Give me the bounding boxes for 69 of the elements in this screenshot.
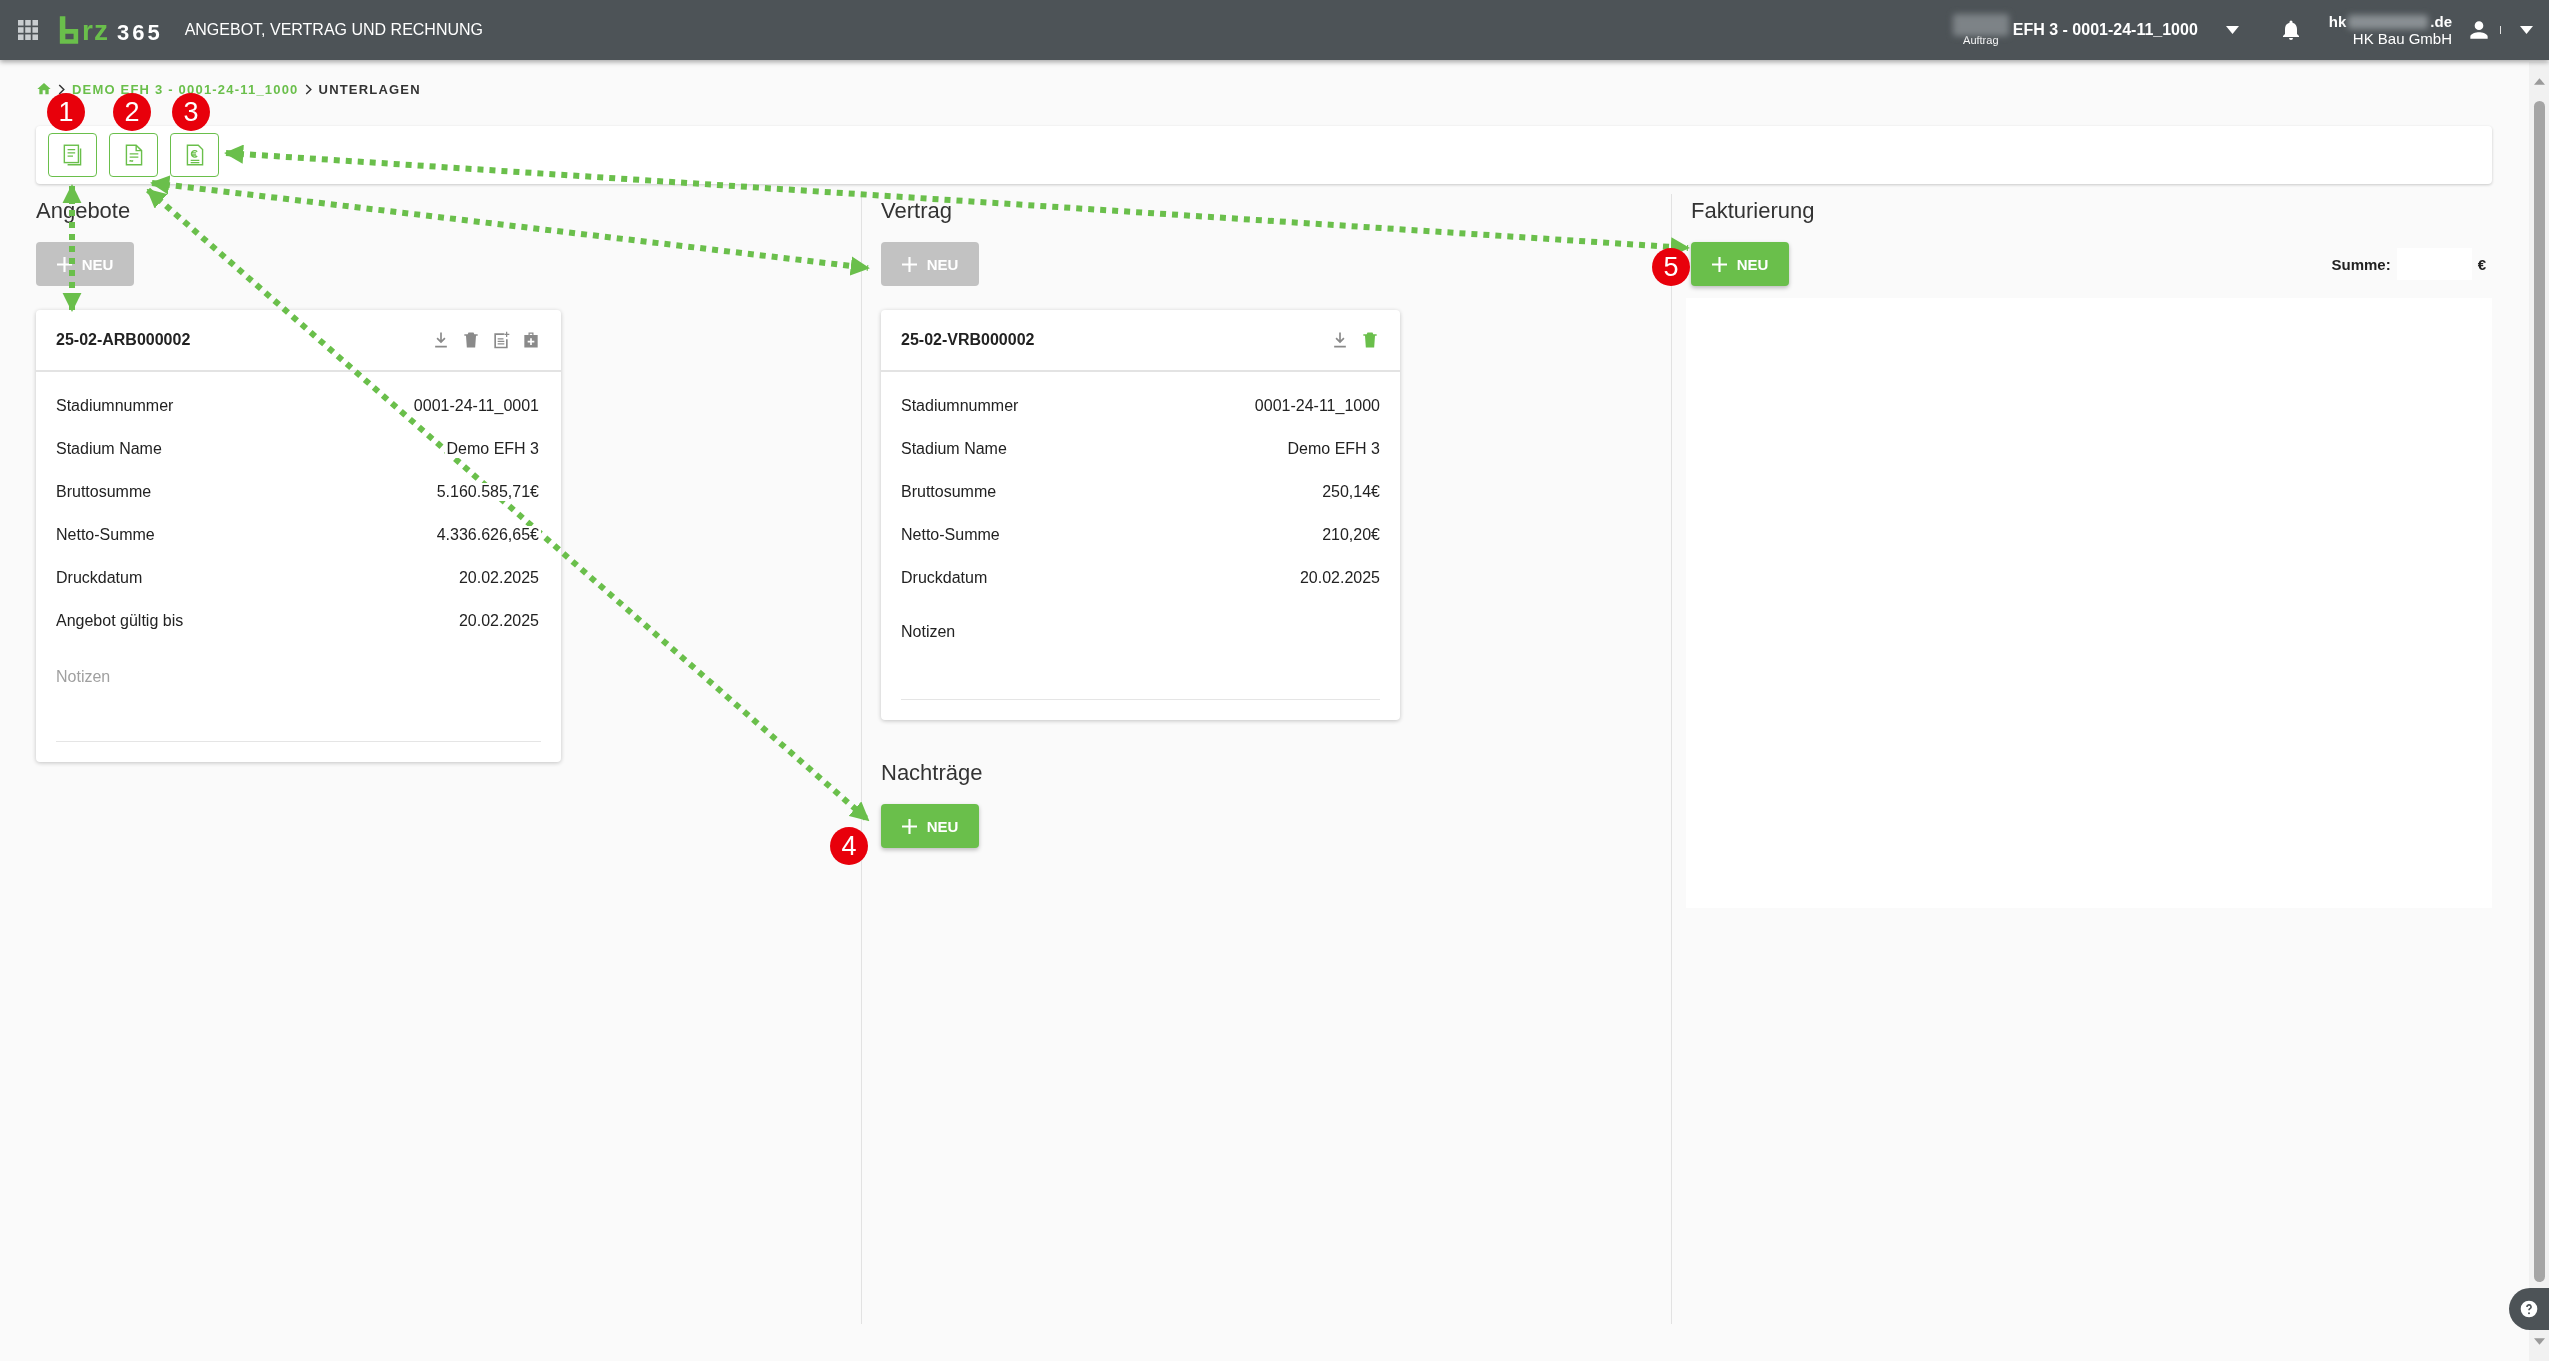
help-button[interactable]: [2509, 1288, 2549, 1330]
field-label: Druckdatum: [901, 568, 988, 587]
blurred-text: [1952, 14, 2009, 36]
field-value: 20.02.2025: [1299, 568, 1380, 587]
logo-number: 365: [116, 22, 163, 44]
order-name[interactable]: EFH 3 - 0001-24-11_1000: [2012, 21, 2198, 39]
caret-icon[interactable]: [2225, 26, 2239, 34]
plus-icon: [901, 818, 917, 834]
scroll-up-icon[interactable]: [2533, 78, 2545, 85]
home-icon[interactable]: [36, 81, 52, 97]
help-icon: [2519, 1299, 2539, 1319]
breadcrumb-current: UNTERLAGEN: [318, 81, 421, 97]
section-title: Angebote: [36, 197, 132, 225]
field-value: Demo EFH 3: [444, 439, 541, 458]
step-number-marker: 2: [113, 93, 151, 131]
caret-icon[interactable]: [2500, 26, 2533, 34]
email-start: hk: [2328, 13, 2347, 30]
section-title: Vertrag: [881, 197, 953, 225]
step-number-marker: 5: [1652, 248, 1690, 286]
step-number-marker: 4: [830, 827, 868, 865]
sum-label: Summe:: [2331, 255, 2391, 273]
field-value: 210,20€: [1322, 525, 1380, 544]
notes-field[interactable]: Notizen: [56, 658, 541, 742]
logo-bracket-icon: [58, 16, 80, 44]
currency-sign: €: [2477, 255, 2486, 273]
delete-icon[interactable]: [1360, 330, 1380, 350]
plus-icon: [56, 256, 72, 272]
field-label: Stadiumnummer: [901, 396, 1019, 415]
scrollbar[interactable]: [2529, 62, 2549, 1361]
field-label: Netto-Summe: [56, 525, 155, 544]
apps-grid-icon[interactable]: [18, 20, 38, 40]
field-label: Bruttosumme: [901, 482, 997, 501]
contract-document-button[interactable]: [109, 133, 158, 177]
step-number-marker: 3: [172, 93, 210, 131]
company-name: HK Bau GmbH: [2352, 30, 2452, 47]
field-label: Stadium Name: [901, 439, 1007, 458]
delete-icon[interactable]: [461, 330, 481, 350]
field-label: Stadiumnummer: [56, 396, 174, 415]
document-add-icon[interactable]: [491, 330, 511, 350]
scroll-down-icon[interactable]: [2533, 1338, 2545, 1345]
notes-label: Notizen: [901, 623, 956, 640]
app-title: ANGEBOT, VERTRAG UND RECHNUNG: [184, 21, 484, 39]
field-value: 0001-24-11_0001: [411, 396, 541, 415]
field-value: Demo EFH 3: [1287, 439, 1380, 458]
field-value: 4.336.626,65€: [434, 525, 541, 544]
field-label: Druckdatum: [56, 568, 143, 587]
chevron-icon: [304, 83, 313, 95]
new-button[interactable]: NEU: [1691, 242, 1789, 286]
plus-icon: [1711, 256, 1727, 272]
section-title: Nachträge: [881, 759, 984, 787]
order-caption: Auftrag: [1963, 34, 1999, 46]
field-value: 0001-24-11_1000: [1254, 396, 1380, 415]
briefcase-plus-icon[interactable]: [521, 330, 541, 350]
logo-text: rz: [82, 18, 109, 44]
plus-icon: [901, 256, 917, 272]
invoice-document-button[interactable]: [170, 133, 219, 177]
field-label: Stadium Name: [56, 439, 162, 458]
card-title: 25-02-VRB000002: [901, 331, 1035, 349]
new-button[interactable]: NEU: [881, 804, 979, 848]
offer-documents-button[interactable]: [48, 133, 97, 177]
card-title: 25-02-ARB000002: [56, 331, 191, 349]
field-value: 5.160.585,71€: [434, 482, 541, 501]
field-label: Bruttosumme: [56, 482, 152, 501]
field-label: Netto-Summe: [901, 525, 1000, 544]
email-end: .de: [2430, 13, 2452, 30]
field-value: 250,14€: [1322, 482, 1380, 501]
section-title: Fakturierung: [1691, 197, 1816, 225]
step-number-marker: 1: [47, 93, 85, 131]
field-label: Angebot gültig bis: [56, 611, 184, 630]
